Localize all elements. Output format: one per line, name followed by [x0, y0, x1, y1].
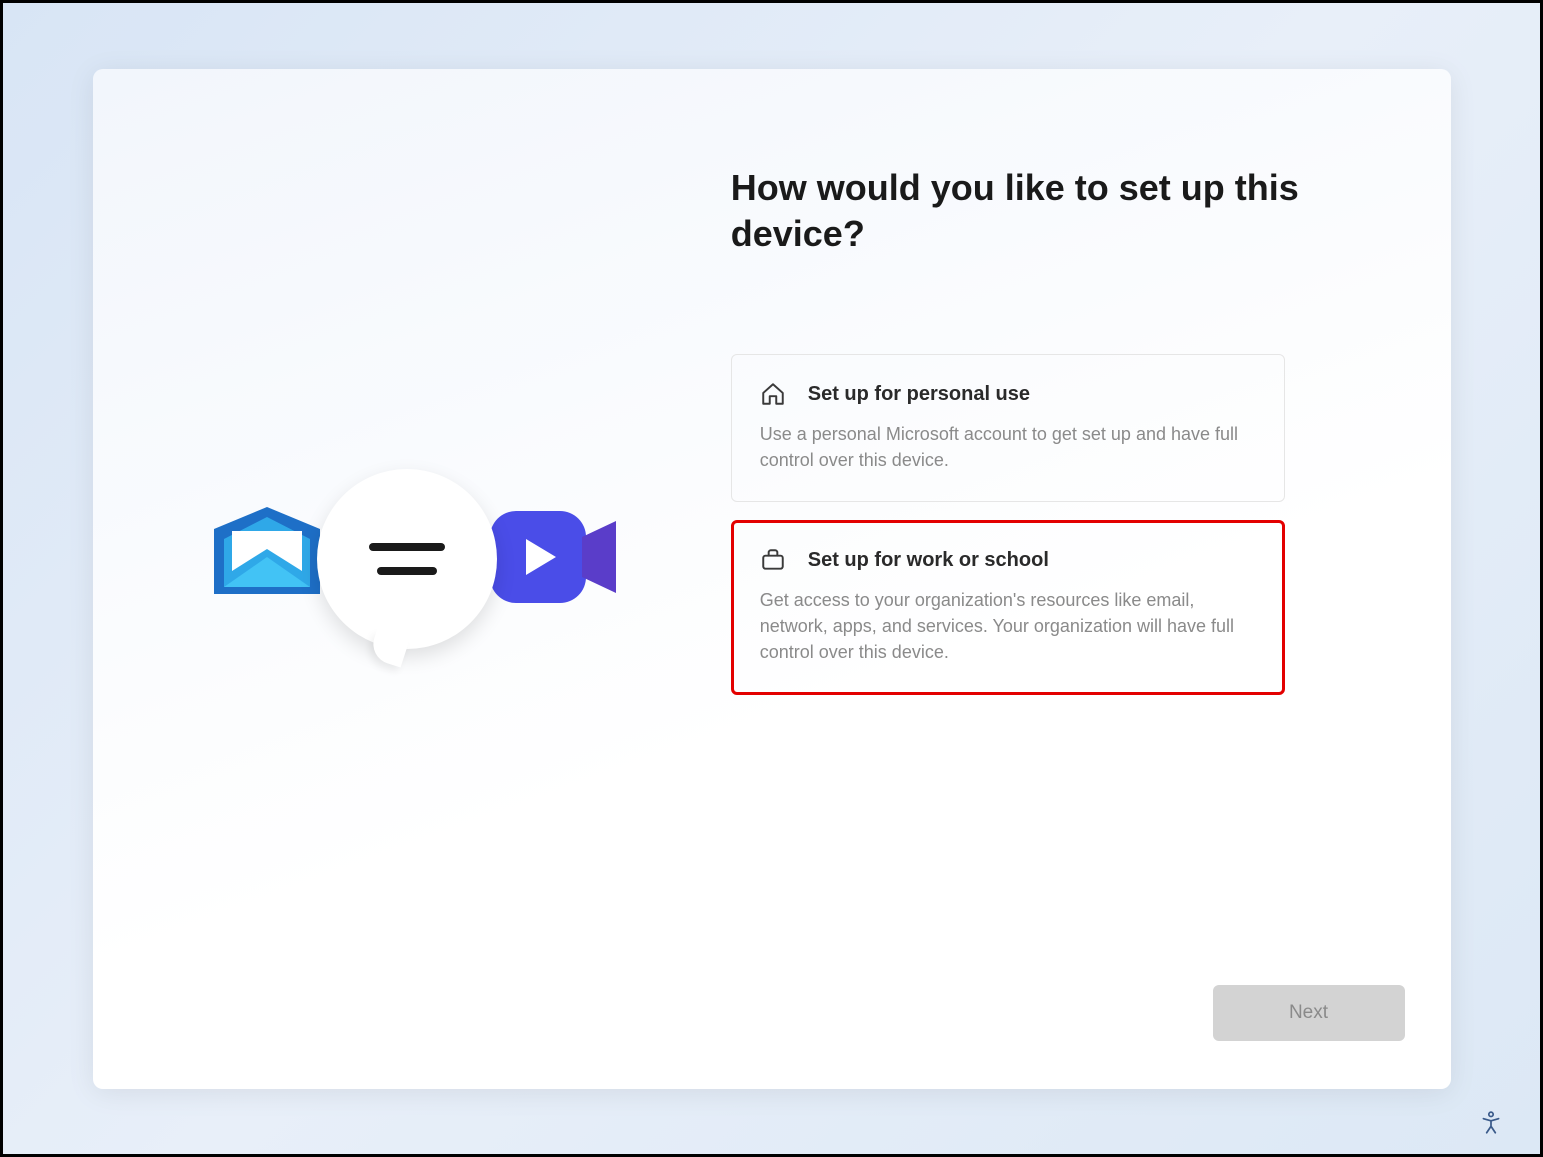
- option-personal-title: Set up for personal use: [808, 383, 1030, 406]
- setup-card: How would you like to set up this device…: [93, 69, 1451, 1089]
- option-work-title: Set up for work or school: [808, 549, 1049, 572]
- speech-bubble-icon: [317, 469, 497, 649]
- setup-illustration: [202, 469, 622, 689]
- mail-icon: [202, 499, 332, 609]
- page-heading: How would you like to set up this device…: [731, 165, 1371, 259]
- briefcase-icon: [760, 547, 786, 573]
- option-work-school[interactable]: Set up for work or school Get access to …: [731, 520, 1285, 694]
- accessibility-button[interactable]: [1474, 1106, 1508, 1140]
- next-button[interactable]: Next: [1213, 985, 1405, 1041]
- option-work-desc: Get access to your organization's resour…: [760, 587, 1256, 665]
- option-personal-desc: Use a personal Microsoft account to get …: [760, 421, 1256, 473]
- options-panel: How would you like to set up this device…: [731, 69, 1451, 1089]
- home-icon: [760, 381, 786, 407]
- video-icon: [482, 497, 622, 617]
- accessibility-icon: [1478, 1110, 1504, 1136]
- option-personal-use[interactable]: Set up for personal use Use a personal M…: [731, 354, 1285, 502]
- illustration-panel: [93, 69, 731, 1089]
